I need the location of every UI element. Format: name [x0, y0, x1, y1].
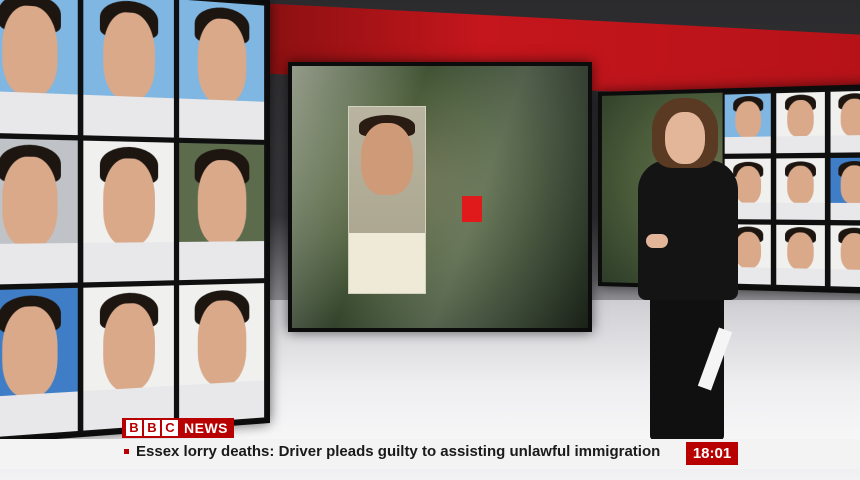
portrait-photo: [83, 285, 174, 431]
portrait-grid-left: [0, 0, 267, 441]
logo-word: NEWS: [184, 420, 228, 436]
portrait-photo: [0, 0, 78, 135]
portrait-photo: [83, 0, 174, 138]
portrait-photo: [776, 224, 825, 287]
portrait-photo: [179, 142, 265, 281]
news-ticker: B B C NEWS Essex lorry deaths: Driver pl…: [0, 417, 860, 480]
red-marker: [462, 196, 482, 222]
headline-bar: Essex lorry deaths: Driver pleads guilty…: [0, 439, 860, 469]
portrait-photo: [83, 140, 174, 283]
bbc-news-logo: B B C NEWS: [122, 418, 234, 438]
bullet-icon: [124, 449, 129, 454]
logo-block: C: [162, 420, 178, 436]
portrait-photo: [830, 224, 860, 288]
portrait-photo: [0, 137, 78, 286]
portrait-photo: [179, 0, 265, 140]
news-broadcast-frame: B B C NEWS Essex lorry deaths: Driver pl…: [0, 0, 860, 480]
portrait-photo: [776, 91, 825, 154]
logo-block: B: [144, 420, 160, 436]
video-wall-left: [0, 0, 270, 446]
clock: 18:01: [686, 442, 738, 465]
news-presenter: [628, 98, 750, 440]
portrait-photo: [0, 288, 78, 439]
headline-text: Essex lorry deaths: Driver pleads guilty…: [136, 443, 661, 460]
portrait-photo: [830, 157, 860, 221]
featured-portrait: [348, 106, 426, 294]
portrait-photo: [179, 283, 265, 424]
headline: Essex lorry deaths: Driver pleads guilty…: [124, 443, 660, 460]
video-wall-center: [288, 62, 592, 332]
portrait-photo: [830, 90, 860, 154]
logo-block: B: [126, 420, 142, 436]
portrait-photo: [776, 158, 825, 220]
